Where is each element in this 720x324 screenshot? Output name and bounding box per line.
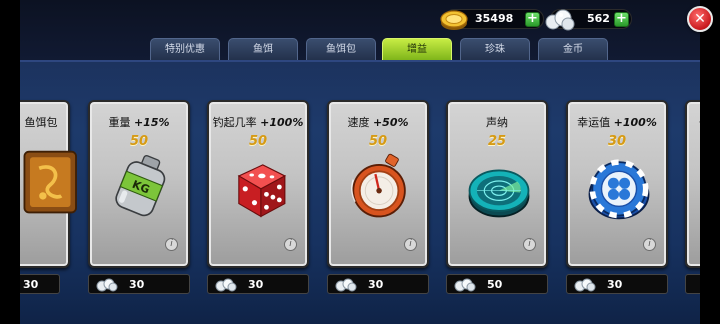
card-level: 30	[607, 134, 627, 149]
item-card-catch-chance[interactable]: 钓起几率 +100% 50 i	[207, 100, 309, 268]
bait-pack-icon	[23, 150, 77, 214]
tab-label: 鱼饵	[253, 44, 273, 55]
partial-item-icon	[699, 182, 700, 252]
lucky-chip-icon	[588, 159, 650, 220]
pearl-icon	[454, 278, 476, 292]
price-tag: 30	[88, 274, 190, 294]
dice-icon	[237, 164, 287, 218]
info-icon[interactable]: i	[165, 238, 178, 251]
price-value: 30	[607, 278, 623, 291]
add-coins-button[interactable]: +	[525, 12, 540, 27]
card-level: 50	[368, 134, 388, 149]
price-tag: 50	[446, 274, 548, 294]
pearl-icon	[96, 278, 118, 292]
item-card-sonar[interactable]: 声纳 25 i	[446, 100, 548, 268]
card-title: 一小	[699, 114, 700, 130]
info-icon[interactable]: i	[404, 238, 417, 251]
item-card-luck[interactable]: 幸运值 +100% 30 i	[566, 100, 668, 268]
kg-weight-icon: KG	[115, 155, 166, 217]
price-value: 30	[248, 278, 264, 291]
pearl-icon	[335, 278, 357, 292]
item-card-speed[interactable]: 速度 +50% 50 i	[327, 100, 429, 268]
pearl-icon	[574, 278, 596, 292]
coin-amount: 35498	[475, 12, 514, 25]
card-title: 重量 +15%	[108, 116, 170, 129]
card-title: 钓起几率 +100%	[212, 116, 304, 129]
info-icon[interactable]: i	[284, 238, 297, 251]
pearl-icon	[215, 278, 237, 292]
sonar-icon	[468, 169, 530, 218]
top-bar-divider	[20, 60, 700, 62]
price-value: 30	[129, 278, 145, 291]
price-tag: 30	[566, 274, 668, 294]
price-tag	[685, 274, 700, 294]
price-tag: 30	[207, 274, 309, 294]
tab-bait[interactable]: 鱼饵	[228, 38, 298, 60]
card-title: 幸运值 +100%	[577, 116, 657, 129]
card-level: 50	[248, 134, 268, 149]
pearl-amount: 562	[587, 12, 610, 25]
close-icon: ✕	[694, 11, 706, 27]
pearl-balance: 562 +	[545, 9, 632, 31]
price-value: 30	[368, 278, 384, 291]
coin-balance: 35498 +	[440, 9, 544, 30]
tab-label: 金币	[563, 44, 583, 55]
stopwatch-icon	[351, 153, 406, 218]
card-title: 速度 +50%	[347, 116, 409, 129]
shop-screen: 35498 + 562 + 特别优惠 鱼饵 鱼饵包 增益 珍珠 金币 鱼饵包 3…	[20, 0, 700, 324]
tab-coins[interactable]: 金币	[538, 38, 608, 60]
tab-label: 特别优惠	[165, 44, 205, 55]
tab-label: 增益	[407, 44, 427, 55]
add-pearls-button[interactable]: +	[614, 12, 629, 27]
card-title: 声纳	[486, 116, 508, 129]
item-card-bait-pack[interactable]: 鱼饵包	[20, 100, 77, 268]
tab-pearls[interactable]: 珍珠	[460, 38, 530, 60]
price-value: 50	[487, 278, 503, 291]
item-card-partial[interactable]: 一小	[685, 100, 700, 268]
card-level: 25	[487, 134, 507, 149]
price-tag: 30	[20, 274, 60, 294]
pearl-icon	[545, 9, 575, 31]
gold-coin-icon	[440, 10, 468, 30]
item-card-weight[interactable]: 重量 +15% 50 KG i	[88, 100, 190, 268]
tab-label: 鱼饵包	[326, 44, 356, 55]
close-button[interactable]: ✕	[687, 6, 713, 32]
tab-special-offers[interactable]: 特别优惠	[150, 38, 220, 60]
tab-bait-pack[interactable]: 鱼饵包	[306, 38, 376, 60]
tab-boosts[interactable]: 增益	[382, 38, 452, 60]
card-level: 50	[129, 134, 149, 149]
tab-label: 珍珠	[485, 44, 505, 55]
card-title: 鱼饵包	[24, 116, 58, 129]
price-value: 30	[23, 278, 39, 291]
price-tag: 30	[327, 274, 429, 294]
info-icon[interactable]: i	[523, 238, 536, 251]
info-icon[interactable]: i	[643, 238, 656, 251]
